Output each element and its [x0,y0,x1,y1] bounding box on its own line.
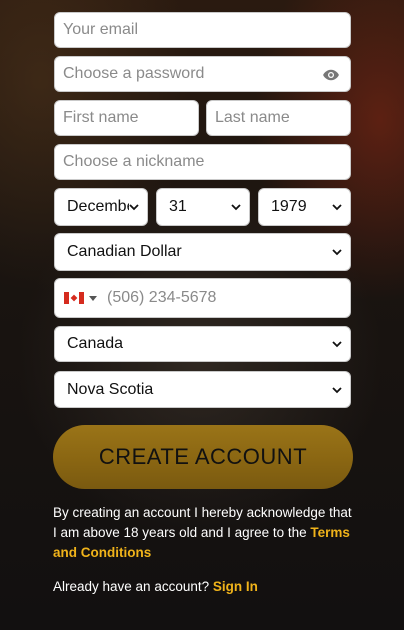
chevron-down-icon [332,386,342,393]
birth-day-select[interactable]: 31 [156,188,250,226]
first-name-field[interactable] [54,100,199,136]
terms-text: By creating an account I hereby acknowle… [53,505,352,540]
chevron-down-icon [231,204,241,211]
eye-icon[interactable] [322,66,340,84]
signin-link[interactable]: Sign In [213,579,258,594]
birth-month-value: Decembe [67,198,129,215]
birth-day-value: 31 [169,198,187,215]
first-name-input[interactable] [55,101,198,135]
country-value: Canada [67,335,124,352]
chevron-down-icon [332,341,342,348]
birth-month-select[interactable]: Decembe [54,188,148,226]
birth-year-select[interactable]: 1979 [258,188,351,226]
province-select[interactable]: Nova Scotia [54,371,351,408]
caret-down-icon[interactable] [89,296,97,302]
signup-form: Decembe 31 1979 Canadian Dollar Canada N… [0,0,404,630]
phone-field[interactable] [54,278,351,318]
email-input[interactable] [55,13,350,47]
country-select[interactable]: Canada [54,326,351,362]
chevron-down-icon [332,249,342,256]
password-field[interactable] [54,56,351,92]
nickname-field[interactable] [54,144,351,180]
currency-value: Canadian Dollar [67,243,182,260]
chevron-down-icon [129,204,139,211]
chevron-down-icon [332,204,342,211]
currency-select[interactable]: Canadian Dollar [54,233,351,271]
email-field[interactable] [54,12,351,48]
password-input[interactable] [55,57,350,91]
last-name-input[interactable] [207,101,350,135]
signin-prompt: Already have an account? Sign In [53,579,258,594]
terms-notice: By creating an account I hereby acknowle… [53,503,353,563]
signin-text: Already have an account? [53,579,213,594]
last-name-field[interactable] [206,100,351,136]
nickname-input[interactable] [55,145,350,179]
canada-flag-icon[interactable] [64,292,84,304]
birth-year-value: 1979 [271,198,307,215]
phone-input[interactable] [55,279,350,317]
province-value: Nova Scotia [67,380,154,398]
create-account-button[interactable]: CREATE ACCOUNT [53,425,353,489]
